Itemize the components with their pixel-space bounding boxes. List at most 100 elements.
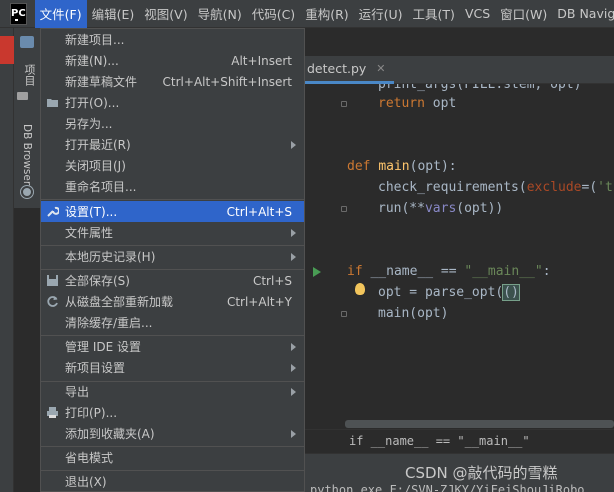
fold-marker-icon[interactable] xyxy=(341,311,347,317)
fold-marker-icon[interactable] xyxy=(341,206,347,212)
menu-separator xyxy=(41,199,304,200)
menu-item-label: 新项目设置 xyxy=(65,361,126,375)
menu-item-local-history[interactable]: 本地历史记录(H) xyxy=(41,246,304,267)
fold-marker-icon[interactable] xyxy=(341,101,347,107)
menu-item-label: 关闭项目(J) xyxy=(65,159,126,173)
menu-item-save-all[interactable]: 全部保存(S) Ctrl+S xyxy=(41,270,304,291)
submenu-arrow-icon xyxy=(291,228,296,237)
menu-refactor[interactable]: 重构(R) xyxy=(300,0,353,28)
run-icon[interactable] xyxy=(313,267,321,277)
code-token: (opt)) xyxy=(456,201,504,216)
menu-bar: PC 文件(F) 编辑(E) 视图(V) 导航(N) 代码(C) 重构(R) 运… xyxy=(0,0,614,28)
menu-item-settings[interactable]: 设置(T)... Ctrl+Alt+S xyxy=(41,201,304,222)
menu-item-label: 打印(P)... xyxy=(65,406,118,420)
project-tool-label: 项目 xyxy=(23,64,36,86)
menu-item-new-scratch-file[interactable]: 新建草稿文件 Ctrl+Alt+Shift+Insert xyxy=(41,71,304,92)
code-line: return opt xyxy=(378,93,456,114)
code-token: : xyxy=(542,264,551,279)
horizontal-scrollbar[interactable] xyxy=(345,420,614,428)
menu-item-label: 全部保存(S) xyxy=(65,274,130,288)
menu-db-navigator[interactable]: DB Navig xyxy=(552,0,614,28)
save-icon xyxy=(47,275,58,286)
menu-item-label: 管理 IDE 设置 xyxy=(65,340,141,354)
code-token: main(opt) xyxy=(378,306,449,321)
menu-item-label: 从磁盘全部重新加载 xyxy=(65,295,174,309)
run-panel: CSDN @敲代码的雪糕 python.exe F:/SVN-ZJKY/YiFe… xyxy=(305,453,614,492)
menu-item-open[interactable]: 打开(O)... xyxy=(41,92,304,113)
menu-edit[interactable]: 编辑(E) xyxy=(87,0,140,28)
menu-item-new[interactable]: 新建(N)... Alt+Insert xyxy=(41,50,304,71)
menu-item-label: 设置(T)... xyxy=(65,205,118,219)
close-icon[interactable]: ✕ xyxy=(376,62,385,75)
menu-item-label: 重命名项目... xyxy=(65,180,137,194)
menu-item-add-to-favorites[interactable]: 添加到收藏夹(A) xyxy=(41,423,304,444)
menu-item-new-project-settings[interactable]: 新项目设置 xyxy=(41,357,304,378)
menu-code[interactable]: 代码(C) xyxy=(247,0,300,28)
editor-tab-bar: detect.py ✕ xyxy=(305,56,614,84)
menu-file[interactable]: 文件(F) xyxy=(34,0,87,28)
menu-item-label: 打开(O)... xyxy=(65,96,120,110)
folder-open-icon xyxy=(47,99,58,107)
notification-marker xyxy=(0,36,14,64)
menu-navigate[interactable]: 导航(N) xyxy=(193,0,247,28)
code-token: run(** xyxy=(378,201,425,216)
menu-item-shortcut: Ctrl+Alt+S xyxy=(226,204,292,219)
pycharm-logo-icon: PC xyxy=(10,2,27,25)
db-browser-label: DB Browser xyxy=(21,124,33,186)
menu-item-rename-project[interactable]: 重命名项目... xyxy=(41,176,304,197)
code-token: exclude xyxy=(526,180,582,195)
wrench-icon xyxy=(47,206,59,217)
menu-view[interactable]: 视图(V) xyxy=(139,0,192,28)
db-browser-tool-tab[interactable]: DB Browser xyxy=(14,118,40,208)
project-tool-tab[interactable]: 项目 xyxy=(14,28,40,118)
code-editor[interactable]: print_args(FILE.stem, opt) return opt de… xyxy=(305,84,614,429)
code-token: opt = parse_opt( xyxy=(378,285,504,300)
submenu-arrow-icon xyxy=(291,429,296,438)
menu-item-shortcut: Alt+Insert xyxy=(231,53,292,68)
printer-icon xyxy=(47,407,58,418)
menu-item-label: 省电模式 xyxy=(65,451,114,465)
menu-item-label: 新建草稿文件 xyxy=(65,75,138,89)
code-line: def main(opt): xyxy=(347,156,457,177)
breadcrumb[interactable]: if __name__ == "__main__" xyxy=(349,434,530,448)
code-token: return xyxy=(378,96,425,111)
menu-item-new-project[interactable]: 新建项目... xyxy=(41,29,304,50)
run-command-text: python.exe F:/SVN-ZJKY/YiFeiShouJiRobo xyxy=(310,483,585,492)
code-line: opt = parse_opt(() xyxy=(378,282,520,303)
code-token: vars xyxy=(424,201,457,216)
menu-item-open-recent[interactable]: 打开最近(R) xyxy=(41,134,304,155)
menu-item-label: 清除缓存/重启... xyxy=(65,316,153,330)
submenu-arrow-icon xyxy=(291,363,296,372)
menu-item-export[interactable]: 导出 xyxy=(41,381,304,402)
menu-item-invalidate-caches[interactable]: 清除缓存/重启... xyxy=(41,312,304,333)
menu-item-print[interactable]: 打印(P)... xyxy=(41,402,304,423)
tab-detect-py[interactable]: detect.py ✕ xyxy=(305,56,394,84)
code-token: () xyxy=(502,284,520,301)
menu-item-power-save-mode[interactable]: 省电模式 xyxy=(41,447,304,468)
menu-item-manage-ide-settings[interactable]: 管理 IDE 设置 xyxy=(41,336,304,357)
code-line: check_requirements(exclude=('t xyxy=(378,177,613,198)
refresh-icon xyxy=(47,296,58,307)
code-line: main(opt) xyxy=(378,303,448,324)
menu-run[interactable]: 运行(U) xyxy=(354,0,408,28)
menu-item-exit[interactable]: 退出(X) xyxy=(41,471,304,491)
menu-item-label: 退出(X) xyxy=(65,475,107,489)
code-token: print_args(FILE.stem, opt) xyxy=(378,84,582,92)
menu-item-label: 新建项目... xyxy=(65,33,125,47)
menu-item-shortcut: Ctrl+S xyxy=(252,273,292,288)
code-token: if xyxy=(347,264,363,279)
menu-item-reload-all[interactable]: 从磁盘全部重新加载 Ctrl+Alt+Y xyxy=(41,291,304,312)
menu-item-file-properties[interactable]: 文件属性 xyxy=(41,222,304,243)
watermark: CSDN @敲代码的雪糕 xyxy=(405,464,558,482)
menu-item-save-as[interactable]: 另存为... xyxy=(41,113,304,134)
tab-label: detect.py xyxy=(307,61,367,76)
code-token: check_requirements( xyxy=(378,180,527,195)
menu-tools[interactable]: 工具(T) xyxy=(408,0,460,28)
code-token: "__main__" xyxy=(464,264,543,279)
menu-window[interactable]: 窗口(W) xyxy=(495,0,552,28)
folder-icon xyxy=(17,92,28,100)
menu-vcs[interactable]: VCS xyxy=(460,0,495,28)
left-tool-strip xyxy=(0,28,14,492)
intention-bulb-icon[interactable] xyxy=(355,283,365,295)
menu-item-close-project[interactable]: 关闭项目(J) xyxy=(41,155,304,176)
